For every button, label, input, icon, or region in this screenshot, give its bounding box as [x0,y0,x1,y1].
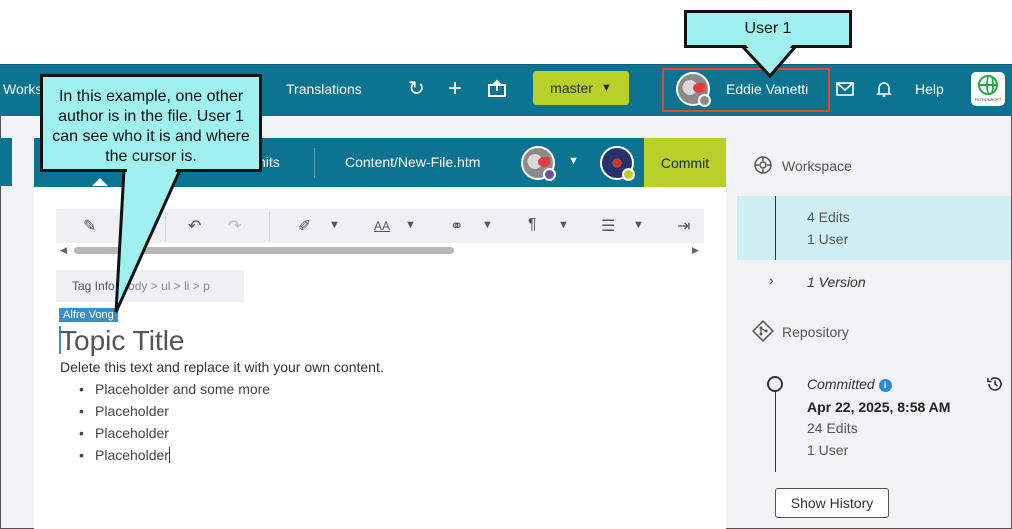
toolbar-separator [269,211,270,241]
tag-info-path[interactable]: body > ul > li > p [121,279,209,293]
list-item[interactable]: Placeholder [79,400,270,422]
tab-file[interactable]: Content/New-File.htm [345,154,480,170]
list-item-text: Placeholder [95,447,169,463]
document-list: Placeholder and some more Placeholder Pl… [79,378,270,466]
paragraph-icon[interactable]: ¶ [528,216,537,234]
chevron-down-icon[interactable]: ▼ [558,219,569,231]
document-intro[interactable]: Delete this text and replace it with you… [60,359,384,375]
chevron-down-icon[interactable]: ▼ [329,219,340,231]
tag-info-label: Tag Info: [72,279,119,293]
show-history-button[interactable]: Show History [775,488,889,518]
text-cursor [168,447,170,463]
plus-icon[interactable]: + [448,77,462,101]
chevron-down-icon[interactable]: ▼ [633,219,644,231]
bell-icon[interactable] [876,80,892,103]
author-avatar[interactable] [600,146,635,181]
scroll-right-icon[interactable]: ▶ [692,245,699,256]
committed-text: Committed [807,376,875,392]
chevron-down-icon: ▼ [600,82,612,94]
workspace-users: 1 User [807,231,849,247]
workspace-icon [753,155,773,180]
list-item[interactable]: Placeholder [79,444,270,466]
font-size-icon[interactable]: AA [374,219,390,233]
repository-label[interactable]: Repository [782,324,849,340]
chevron-down-icon[interactable]: ▼ [405,219,416,231]
repo-users: 1 User [807,442,849,458]
insert-icon[interactable]: ⇥ [677,216,690,236]
collaborator-avatar[interactable] [521,146,556,181]
version-item[interactable]: 1 Version [807,274,866,290]
mail-icon[interactable] [836,82,854,101]
remote-cursor-label: Alfre Vong [59,308,118,322]
refresh-icon[interactable]: ↻ [408,79,425,99]
document-title[interactable]: Topic Title [60,325,185,357]
globe-logo-icon [978,75,998,95]
commit-button[interactable]: Commit [644,138,726,187]
chevron-down-icon[interactable]: ▼ [482,219,493,231]
edit-doc-icon[interactable]: ✎ [83,216,96,236]
redo-icon[interactable]: ↷ [228,216,241,236]
timeline-line [775,196,776,260]
timeline-line [775,392,776,472]
undo-icon[interactable]: ↶ [188,216,201,236]
chevron-down-icon[interactable]: ▼ [568,155,579,167]
avatar[interactable] [676,72,711,107]
commit-node [767,376,783,392]
branch-selector[interactable]: master ▼ [533,71,629,105]
upload-icon[interactable] [488,79,506,102]
workspace-label[interactable]: Workspace [782,158,852,174]
current-user-name[interactable]: Eddie Vanetti [726,81,808,97]
branch-label: master [550,80,593,96]
logo-text: FICTIONSOFT [974,97,1002,102]
app-logo: FICTIONSOFT [971,72,1005,106]
repository-icon [752,320,774,347]
tab-divider [314,148,315,178]
list-item[interactable]: Placeholder and some more [79,378,270,400]
info-icon[interactable]: i [878,379,892,392]
horizontal-scrollbar[interactable] [74,247,454,254]
author-callout: In this example, one other author is in … [40,74,262,172]
link-icon[interactable]: ⚭ [450,216,463,236]
left-panel-strip [0,138,12,186]
tab-translations[interactable]: Translations [286,81,362,97]
tab-workspace[interactable]: Works [3,81,42,97]
list-icon[interactable]: ☰ [601,216,615,236]
commit-date: Apr 22, 2025, 8:58 AM [807,399,951,415]
help-link[interactable]: Help [915,81,944,97]
user-callout: User 1 [684,10,852,48]
scroll-left-icon[interactable]: ◀ [60,245,67,256]
workspace-edits-row[interactable] [737,196,1011,260]
highlighter-icon[interactable]: ✐ [298,216,311,236]
list-item[interactable]: Placeholder [79,422,270,444]
committed-label: Committed i [807,376,892,392]
history-icon[interactable] [986,375,1004,398]
chevron-right-icon[interactable]: › [769,272,774,288]
tag-info-bar: Tag Info: body > ul > li > p [56,270,244,302]
workspace-edits: 4 Edits [807,209,850,225]
repo-edits: 24 Edits [807,420,858,436]
toolbar-separator [165,211,166,241]
